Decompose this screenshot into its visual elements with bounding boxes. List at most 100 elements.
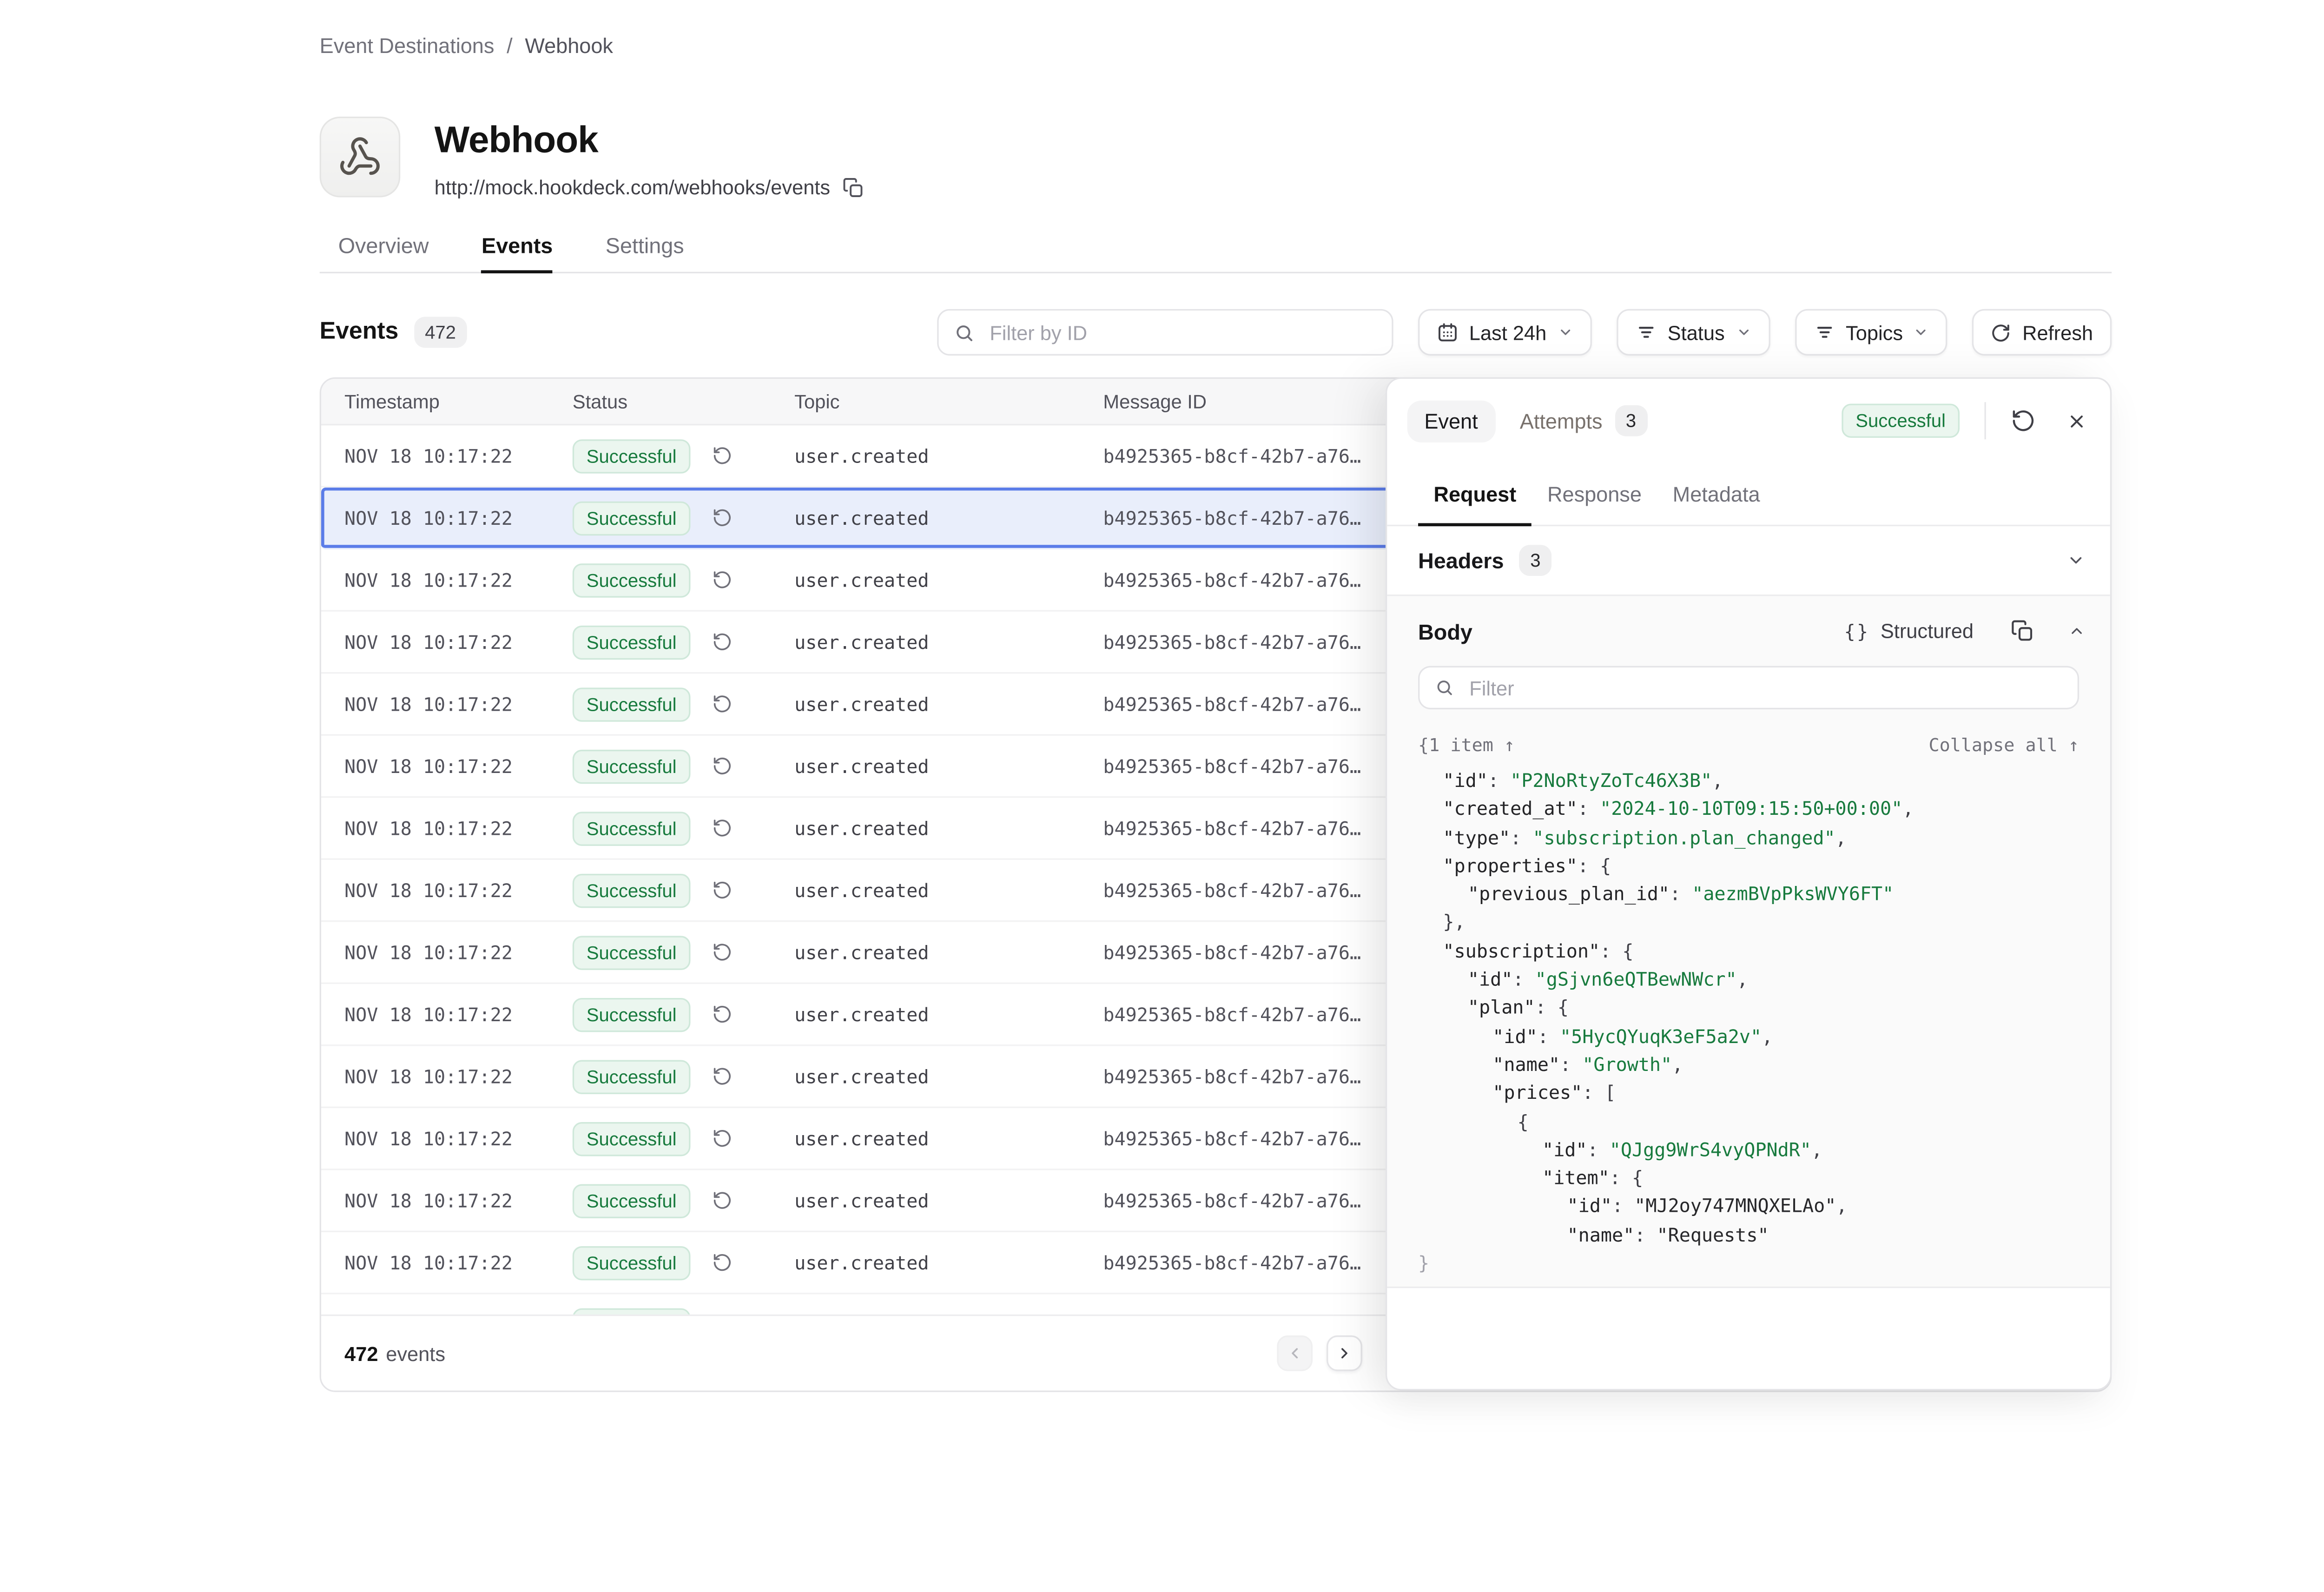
webhook-icon (338, 135, 382, 178)
status-badge: Successful (573, 501, 691, 535)
retry-icon[interactable] (712, 1128, 732, 1148)
retry-icon[interactable] (712, 1004, 732, 1024)
attempts-label: Attempts (1520, 409, 1603, 432)
retry-icon[interactable] (712, 570, 732, 590)
cell-timestamp: NOV 18 10:17:22 (321, 693, 573, 715)
status-badge: Successful (573, 1121, 691, 1155)
status-badge: Successful (573, 439, 691, 473)
json-root-summary[interactable]: {1 item ↑ (1418, 734, 1515, 756)
close-panel-icon[interactable] (2067, 410, 2086, 430)
copy-body-icon[interactable] (2011, 619, 2034, 642)
tab-settings[interactable]: Settings (606, 233, 684, 271)
body-filter-input[interactable] (1466, 674, 2062, 701)
json-line: } (1418, 1249, 2079, 1278)
status-dropdown[interactable]: Status (1616, 309, 1769, 356)
events-toolbar: Events 472 (320, 309, 2112, 356)
prev-page-button[interactable] (1277, 1335, 1313, 1371)
retry-icon[interactable] (712, 756, 732, 776)
cell-timestamp: NOV 18 10:17:22 (321, 1128, 573, 1149)
code-braces-icon: {} (1844, 620, 1870, 642)
body-section: Body {} Structured (1387, 596, 2110, 1288)
filter-by-id-field[interactable] (937, 309, 1393, 356)
page-header: Webhook http://mock.hookdeck.com/webhook… (320, 117, 2112, 199)
cell-topic: user.created (794, 1004, 1103, 1025)
cell-timestamp: NOV 18 10:17:22 (321, 941, 573, 963)
detail-subtabs: Request Response Metadata (1387, 462, 2110, 526)
next-page-button[interactable] (1327, 1335, 1362, 1371)
json-line: "id": "5HycQYuqK3eF5a2v", (1418, 1022, 2079, 1050)
chevron-down-icon[interactable] (2067, 551, 2085, 570)
json-line: "properties": { (1418, 852, 2079, 880)
retry-icon[interactable] (712, 1066, 732, 1086)
panel-tab-attempts[interactable]: Attempts 3 (1520, 405, 1647, 436)
headers-title: Headers (1418, 548, 1504, 573)
retry-icon[interactable] (712, 694, 732, 714)
time-range-dropdown[interactable]: Last 24h (1418, 309, 1591, 356)
event-detail-panel: Event Attempts 3 Successful (1386, 377, 2112, 1391)
cell-topic: user.created (794, 1128, 1103, 1149)
retry-icon[interactable] (712, 1252, 732, 1272)
cell-topic: user.created (794, 941, 1103, 963)
topics-label: Topics (1846, 321, 1903, 344)
retry-icon[interactable] (712, 508, 732, 528)
structured-mode-toggle[interactable]: {} Structured (1844, 619, 1974, 642)
json-line: "item": { (1418, 1164, 2079, 1193)
tab-overview[interactable]: Overview (338, 233, 429, 271)
chevron-down-icon (1914, 324, 1929, 340)
time-range-label: Last 24h (1469, 321, 1546, 344)
json-viewer[interactable]: "id": "P2NoRtyZoTc46X3B","created_at": "… (1387, 767, 2110, 1278)
json-line: "plan": { (1418, 994, 2079, 1022)
json-line: "previous_plan_id": "aezmBVpPksWVY6FT" (1418, 880, 2079, 909)
retry-icon[interactable] (712, 446, 732, 466)
col-topic: Topic (794, 390, 1103, 412)
breadcrumb-current: Webhook (525, 34, 613, 58)
events-total-label: events (386, 1341, 445, 1365)
status-badge: Successful (573, 873, 691, 907)
retry-icon[interactable] (712, 818, 732, 838)
retry-icon[interactable] (712, 1190, 732, 1210)
cell-topic: user.created (794, 445, 1103, 467)
cell-topic: user.created (794, 817, 1103, 839)
calendar-icon (1437, 322, 1459, 344)
cell-topic: user.created (794, 1065, 1103, 1087)
breadcrumb-section[interactable]: Event Destinations (320, 34, 495, 58)
json-line: "id": "QJgg9WrS4vyQPNdR", (1418, 1136, 2079, 1164)
cell-timestamp: NOV 18 10:17:22 (321, 1004, 573, 1025)
nav-tabs: Overview Events Settings (320, 233, 2112, 273)
json-line: { (1418, 1108, 2079, 1136)
collapse-all-button[interactable]: Collapse all ↑ (1928, 734, 2079, 756)
panel-tab-event[interactable]: Event (1407, 400, 1495, 442)
body-filter-field[interactable] (1418, 666, 2079, 709)
topics-dropdown[interactable]: Topics (1795, 309, 1948, 356)
cell-timestamp: NOV 18 10:17:22 (321, 755, 573, 777)
page-title: Webhook (435, 121, 865, 162)
cell-topic: user.created (794, 1189, 1103, 1211)
events-count-badge: 472 (414, 317, 467, 348)
cell-topic: user.created (794, 693, 1103, 715)
refresh-button[interactable]: Refresh (1973, 309, 2112, 356)
subtab-request[interactable]: Request (1418, 462, 1532, 525)
subtab-metadata[interactable]: Metadata (1657, 462, 1776, 525)
retry-icon[interactable] (712, 880, 732, 900)
collapse-section-icon[interactable] (2068, 622, 2086, 640)
refresh-label: Refresh (2022, 321, 2093, 344)
retry-event-icon[interactable] (2011, 408, 2035, 433)
vertical-divider (1984, 402, 1986, 439)
cell-timestamp: NOV 18 10:17:22 (321, 631, 573, 653)
cell-timestamp: NOV 18 10:17:22 (321, 507, 573, 528)
breadcrumb: Event Destinations / Webhook (320, 34, 2112, 58)
status-badge: Successful (573, 935, 691, 969)
chevron-down-icon (1736, 324, 1751, 340)
copy-url-icon[interactable] (843, 176, 865, 198)
json-line: "name": "Growth", (1418, 1050, 2079, 1079)
subtab-response[interactable]: Response (1532, 462, 1657, 525)
filter-by-id-input[interactable] (987, 319, 1376, 346)
headers-section-row[interactable]: Headers 3 (1387, 526, 2110, 596)
chevron-right-icon (1336, 1345, 1353, 1362)
json-line: "type": "subscription.plan_changed", (1418, 824, 2079, 852)
tab-events[interactable]: Events (482, 233, 553, 271)
retry-icon[interactable] (712, 942, 732, 962)
refresh-icon (1991, 322, 2011, 342)
events-total-count: 472 (344, 1341, 378, 1365)
retry-icon[interactable] (712, 632, 732, 652)
